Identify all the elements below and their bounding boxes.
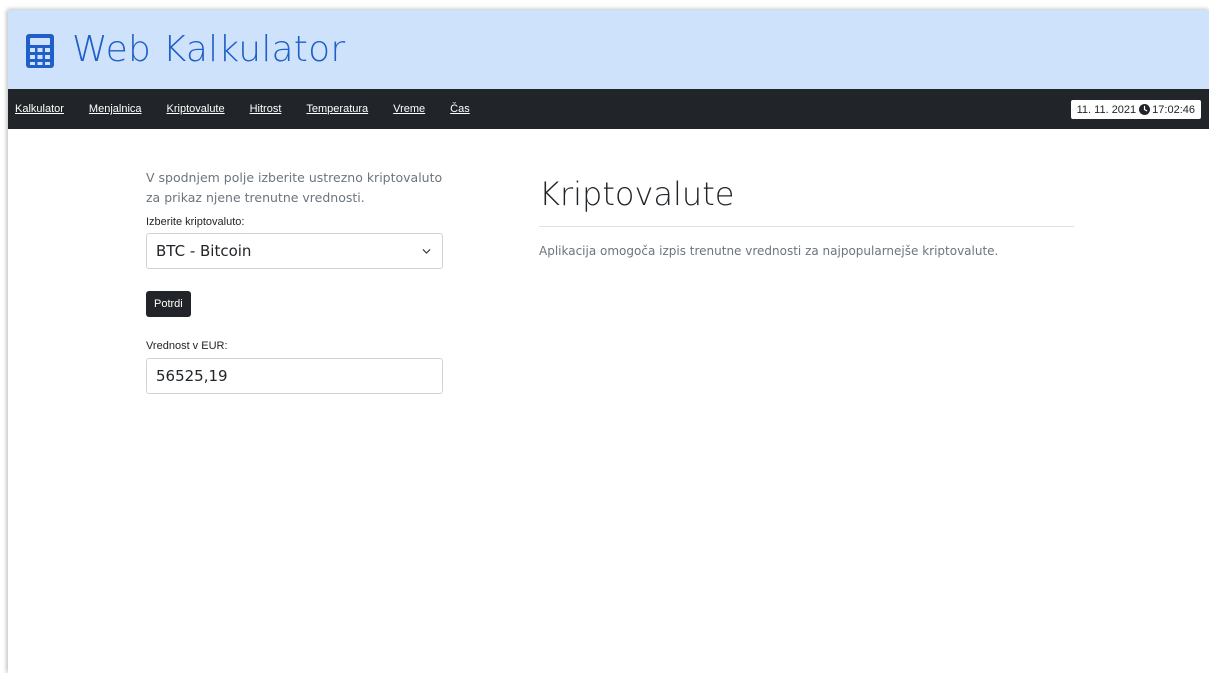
nav-link-hitrost[interactable]: Hitrost <box>250 103 282 115</box>
crypto-select-value: BTC - Bitcoin <box>156 242 252 260</box>
calculator-icon <box>26 33 54 68</box>
time-text: 17:02:46 <box>1152 103 1195 116</box>
nav-link-vreme[interactable]: Vreme <box>393 103 425 115</box>
submit-button[interactable]: Potrdi <box>146 291 191 317</box>
chevron-down-icon <box>422 249 431 254</box>
clock-icon <box>1139 104 1151 115</box>
crypto-select[interactable]: BTC - Bitcoin <box>146 233 443 269</box>
form-intro-text: V spodnjem polje izberite ustrezno kript… <box>146 170 443 205</box>
nav-link-cas[interactable]: Čas <box>450 103 470 115</box>
page-description: Aplikacija omogoča izpis trenutne vredno… <box>539 244 999 258</box>
nav-link-temperatura[interactable]: Temperatura <box>306 103 368 115</box>
navbar: Kalkulator Menjalnica Kriptovalute Hitro… <box>8 89 1209 129</box>
app-title: Web Kalkulator <box>72 29 346 70</box>
page-title: Kriptovalute <box>539 175 1074 227</box>
crypto-form: V spodnjem polje izberite ustrezno kript… <box>146 168 443 394</box>
datetime-badge: 11. 11. 2021 17:02:46 <box>1070 100 1201 119</box>
nav-link-menjalnica[interactable]: Menjalnica <box>89 103 142 115</box>
main-content: Kriptovalute Aplikacija omogoča izpis tr… <box>539 175 1074 258</box>
nav-link-kalkulator[interactable]: Kalkulator <box>15 103 64 115</box>
app-header: Web Kalkulator <box>8 10 1209 89</box>
nav-link-kriptovalute[interactable]: Kriptovalute <box>167 103 225 115</box>
browser-viewport: Web Kalkulator Kalkulator Menjalnica Kri… <box>8 10 1209 673</box>
output-label: Vrednost v EUR: <box>146 340 228 352</box>
date-text: 11. 11. 2021 <box>1076 103 1137 116</box>
eur-value-field[interactable]: 56525,19 <box>146 358 443 394</box>
select-label: Izberite kriptovaluto: <box>146 216 245 228</box>
